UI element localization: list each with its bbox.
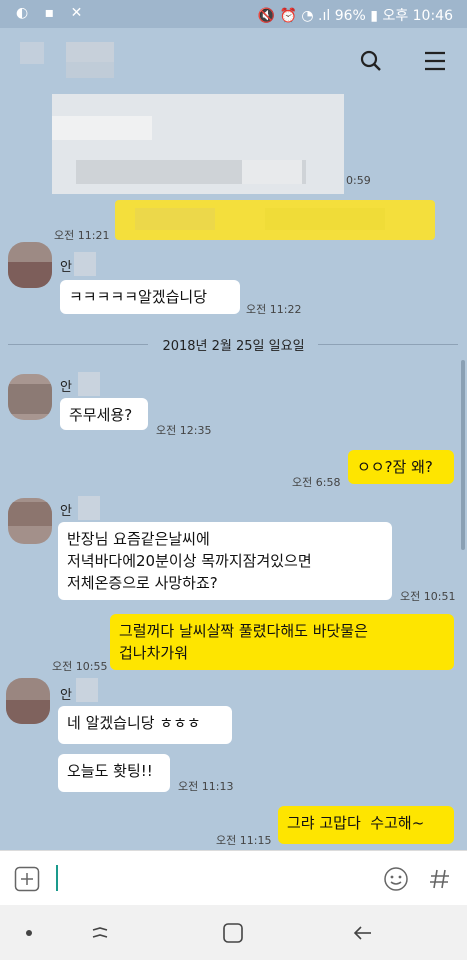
search-icon xyxy=(360,50,381,71)
menu-icon xyxy=(425,51,445,71)
avatar[interactable] xyxy=(8,498,52,544)
wifi-icon: ◔ xyxy=(301,8,314,24)
message-bubble[interactable]: 오늘도 홧팅!! xyxy=(58,754,170,792)
search-button[interactable] xyxy=(352,42,390,80)
message-time: 오전 11:22 xyxy=(246,303,302,316)
hashtag-icon xyxy=(430,869,449,889)
battery-icon: ▮ xyxy=(370,8,378,24)
home-icon xyxy=(223,923,243,943)
blurred-chat-title-2 xyxy=(66,42,114,64)
avatar[interactable] xyxy=(8,242,52,288)
back-button[interactable] xyxy=(350,920,376,946)
message-time: 오전 12:35 xyxy=(156,424,212,437)
sender-name: 안 xyxy=(60,380,72,395)
my-message-bubble[interactable]: 그럴꺼다 날씨살짝 풀렸다해도 바닷물은 겁나차가워 xyxy=(110,614,454,670)
status-bar: ◐ ▪ ✕ 🔇 ⏰ ◔ .ıl 96% ▮ 오후 10:46 xyxy=(0,0,467,28)
message-time: 오전 6:58 xyxy=(292,476,341,489)
chat-messages[interactable]: 0:59 오전 11:21 안 ㅋㅋㅋㅋㅋ알겠습니당 오전 11:22 2018… xyxy=(0,94,467,850)
blurred-chat-title xyxy=(20,42,44,64)
home-button[interactable] xyxy=(220,920,246,946)
message-time: 오전 10:51 xyxy=(400,590,456,603)
plus-icon xyxy=(14,866,40,892)
blurred-sender-name xyxy=(74,252,96,276)
date-separator-label: 2018년 2월 25일 일요일 xyxy=(162,339,305,354)
recent-apps-button[interactable] xyxy=(88,920,114,946)
sender-name: 안 xyxy=(60,688,72,703)
nav-dot-icon[interactable] xyxy=(26,930,32,936)
message-bubble[interactable]: 네 알겠습니당 ㅎㅎㅎ xyxy=(58,706,232,744)
hashtag-button[interactable] xyxy=(426,865,454,893)
notification-icons: ◐ ▪ ✕ xyxy=(16,5,89,21)
add-attachment-button[interactable] xyxy=(14,866,40,892)
emoji-button[interactable] xyxy=(382,865,410,893)
clock: 오후 10:46 xyxy=(382,8,453,24)
my-message-bubble[interactable]: ㅇㅇ?잠 왜? xyxy=(348,450,454,484)
battery-percent: 96% xyxy=(334,8,366,24)
message-bubble[interactable]: ㅋㅋㅋㅋㅋ알겠습니당 xyxy=(60,280,240,314)
date-separator: 2018년 2월 25일 일요일 xyxy=(0,332,467,356)
message-time: 오전 11:13 xyxy=(178,780,234,793)
message-time: 오전 11:21 xyxy=(54,229,110,242)
message-time: 오전 10:55 xyxy=(52,660,108,673)
avatar[interactable] xyxy=(6,678,50,724)
sender-name: 안 xyxy=(60,504,72,519)
alarm-icon: ⏰ xyxy=(279,8,297,24)
menu-button[interactable] xyxy=(416,42,454,80)
recent-apps-icon xyxy=(92,927,108,938)
avatar[interactable] xyxy=(8,374,52,420)
message-bubble[interactable]: 반장님 요즘같은날씨에 저녁바다에20분이상 목까지잠겨있으면 저체온증으로 사… xyxy=(58,522,392,600)
message-bubble[interactable]: 주무세용? xyxy=(60,398,148,430)
my-message-bubble[interactable]: 그랴 고맙다 수고해~ xyxy=(278,806,454,844)
blurred-sender-name xyxy=(78,496,100,520)
back-arrow-icon xyxy=(353,926,371,940)
emoji-icon xyxy=(384,867,408,891)
mute-icon: 🔇 xyxy=(257,8,275,24)
sender-name: 안 xyxy=(60,260,72,275)
blurred-image-message[interactable] xyxy=(52,94,344,194)
message-input-bar xyxy=(0,850,467,906)
blurred-chat-title-3 xyxy=(66,62,114,78)
message-time: 0:59 xyxy=(346,174,371,187)
blurred-sender-name xyxy=(76,678,98,702)
message-time: 오전 11:15 xyxy=(216,834,272,847)
blurred-my-message[interactable] xyxy=(115,200,435,240)
text-cursor xyxy=(56,865,58,891)
chat-scrollbar[interactable] xyxy=(461,360,465,550)
signal-icon: .ıl xyxy=(318,8,331,24)
system-nav-bar xyxy=(0,905,467,960)
message-input[interactable] xyxy=(52,861,372,895)
chat-header xyxy=(0,28,467,94)
blurred-sender-name xyxy=(78,372,100,396)
status-right: 🔇 ⏰ ◔ .ıl 96% ▮ 오후 10:46 xyxy=(258,5,453,25)
